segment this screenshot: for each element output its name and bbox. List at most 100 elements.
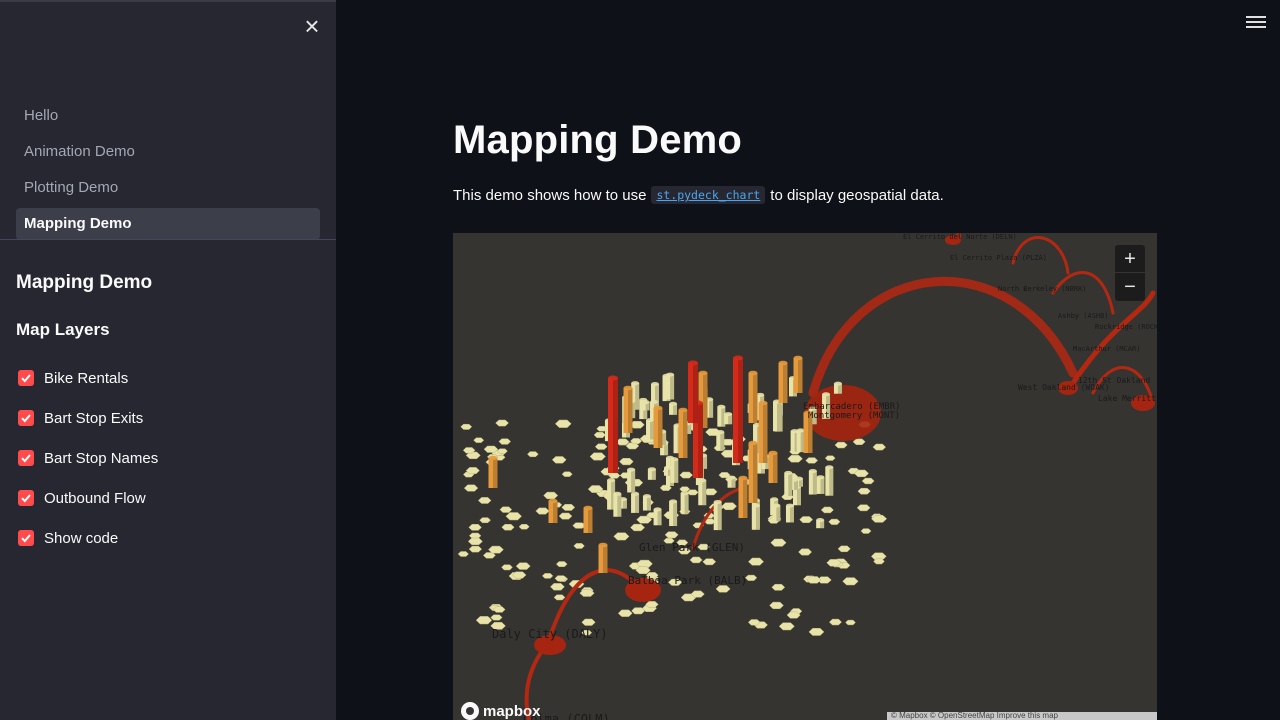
- hex-column: [613, 491, 622, 517]
- hex-cell: [861, 477, 875, 485]
- hex-cell: [805, 457, 819, 464]
- sidebar-heading: Mapping Demo: [16, 272, 153, 293]
- checkbox-bike-rentals[interactable]: Bike Rentals: [18, 358, 158, 398]
- hex-cell: [468, 545, 483, 553]
- hex-cell: [842, 577, 859, 586]
- hex-cell: [872, 443, 887, 451]
- stop-label: Daly City (DALY): [492, 627, 608, 641]
- hex-column: [716, 430, 725, 451]
- hex-column: [598, 542, 608, 573]
- checkbox-checked-icon[interactable]: [18, 450, 34, 466]
- hex-column: [608, 375, 618, 473]
- pydeck-map[interactable]: El Cerrito del Norte (DELN) El Cerrito P…: [453, 233, 1157, 720]
- hex-cell: [828, 518, 841, 525]
- hex-cell: [778, 622, 795, 631]
- hex-cell: [615, 438, 630, 446]
- stop-label: Ashby (ASHB): [1058, 312, 1109, 320]
- hex-column: [833, 381, 842, 394]
- sidebar-item-mapping-demo[interactable]: Mapping Demo: [16, 208, 320, 240]
- hex-cell: [501, 564, 513, 571]
- checkbox-outbound-flow[interactable]: Outbound Flow: [18, 478, 158, 518]
- hex-column: [647, 467, 656, 480]
- hex-column: [825, 465, 834, 496]
- page-description: This demo shows how to use st.pydeck_cha…: [453, 186, 944, 204]
- hex-cell: [787, 454, 803, 463]
- map-layers-heading: Map Layers: [16, 320, 110, 339]
- hex-column: [808, 469, 817, 495]
- hex-cell: [619, 458, 634, 466]
- hex-cell: [551, 456, 567, 464]
- hex-column: [548, 498, 558, 523]
- hex-column: [646, 418, 655, 440]
- stop-label: Montgomery (MONT): [808, 411, 900, 421]
- hex-cell: [553, 594, 566, 601]
- hex-column: [631, 491, 640, 513]
- hex-cell: [483, 445, 499, 453]
- map-scene[interactable]: El Cerrito del Norte (DELN) El Cerrito P…: [453, 233, 1157, 720]
- checkbox-bart-stop-names[interactable]: Bart Stop Names: [18, 438, 158, 478]
- checkbox-bart-stop-exits[interactable]: Bart Stop Exits: [18, 398, 158, 438]
- checkbox-label: Outbound Flow: [44, 489, 146, 507]
- hex-cell: [535, 507, 550, 515]
- hex-cell: [799, 516, 814, 523]
- checkbox-checked-icon[interactable]: [18, 530, 34, 546]
- hex-cell: [747, 619, 761, 626]
- checkbox-label: Bart Stop Exits: [44, 409, 144, 427]
- hex-column: [653, 507, 662, 526]
- hex-cell: [748, 557, 764, 566]
- checkbox-checked-icon[interactable]: [18, 490, 34, 506]
- hex-cell: [543, 491, 559, 500]
- sidebar-item-animation-demo[interactable]: Animation Demo: [16, 136, 320, 168]
- hex-cell: [475, 616, 493, 625]
- zoom-in-button[interactable]: +: [1115, 245, 1145, 273]
- checkbox-checked-icon[interactable]: [18, 410, 34, 426]
- hex-cell: [857, 487, 871, 495]
- hex-column: [773, 399, 782, 432]
- description-text-end: to display geospatial data.: [770, 186, 944, 204]
- hex-cell: [498, 438, 512, 445]
- hex-cell: [845, 619, 856, 626]
- hex-cell: [572, 522, 586, 529]
- hex-column: [733, 355, 743, 463]
- hex-cell: [808, 628, 825, 636]
- checkbox-show-code[interactable]: Show code: [18, 518, 158, 558]
- hex-column: [680, 491, 689, 514]
- stop-label: Rockridge (ROCK): [1095, 323, 1157, 331]
- checkbox-label: Bart Stop Names: [44, 449, 159, 467]
- sidebar-item-hello[interactable]: Hello: [16, 100, 320, 132]
- hex-cell: [561, 504, 576, 511]
- hex-cell: [617, 609, 633, 617]
- arc: [808, 277, 1078, 398]
- checkbox-checked-icon[interactable]: [18, 370, 34, 386]
- hex-column: [678, 407, 688, 458]
- hex-column: [778, 360, 788, 403]
- hex-cell: [501, 524, 515, 531]
- sidebar-item-plotting-demo[interactable]: Plotting Demo: [16, 172, 320, 204]
- hex-column: [666, 372, 675, 400]
- hex-column: [717, 404, 726, 427]
- hex-cell: [499, 506, 513, 513]
- hex-cell: [515, 562, 531, 570]
- hex-column: [623, 385, 633, 433]
- page-title: Mapping Demo: [453, 118, 743, 162]
- checkbox-label: Show code: [44, 529, 119, 547]
- hex-cell: [860, 528, 872, 534]
- hex-cell: [505, 512, 522, 521]
- stop-label: El Cerrito Plaza (PLZA): [950, 254, 1047, 262]
- hex-cell: [786, 611, 801, 619]
- hex-cell: [555, 561, 568, 567]
- code-link[interactable]: st.pydeck_chart: [651, 186, 766, 204]
- stop-label: Lake Merritt: [1098, 394, 1156, 403]
- hex-cell: [473, 437, 485, 443]
- hex-cell: [460, 423, 473, 430]
- hex-cell: [558, 512, 573, 520]
- close-icon[interactable]: ×: [300, 13, 324, 39]
- map-attribution[interactable]: © Mapbox © OpenStreetMap Improve this ma…: [887, 712, 1157, 720]
- hex-cell: [702, 558, 717, 566]
- hamburger-menu-icon[interactable]: [1246, 16, 1266, 34]
- hex-cell: [679, 471, 693, 479]
- hex-column: [816, 518, 825, 529]
- zoom-out-button[interactable]: −: [1115, 273, 1145, 301]
- hex-cell: [561, 471, 573, 477]
- mapbox-logo[interactable]: mapbox: [461, 702, 541, 720]
